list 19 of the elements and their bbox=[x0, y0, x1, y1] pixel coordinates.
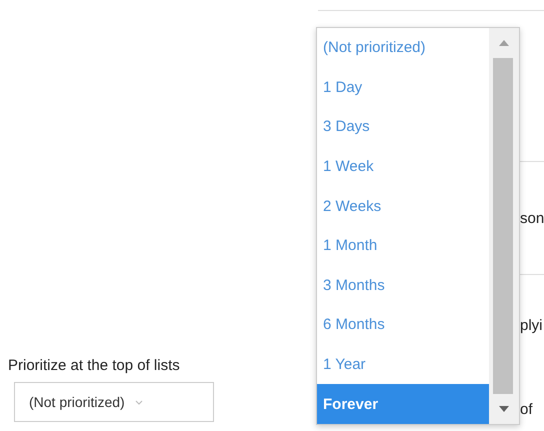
dropdown-option[interactable]: (Not prioritized) bbox=[317, 28, 489, 68]
dropdown-option[interactable]: 2 Weeks bbox=[317, 186, 489, 226]
dropdown-option[interactable]: 3 Months bbox=[317, 266, 489, 306]
dropdown-option[interactable]: Forever bbox=[317, 384, 489, 424]
dropdown-option[interactable]: 3 Days bbox=[317, 107, 489, 147]
partial-text: of bbox=[520, 400, 534, 418]
dropdown-option[interactable]: 1 Day bbox=[317, 68, 489, 108]
priority-select[interactable]: (Not prioritized) bbox=[14, 382, 214, 422]
field-label: Prioritize at the top of lists bbox=[8, 357, 181, 374]
dropdown-option[interactable]: 6 Months bbox=[317, 305, 489, 345]
dropdown-option[interactable]: 1 Week bbox=[317, 146, 489, 186]
chevron-down-icon bbox=[134, 400, 143, 404]
scroll-down-icon[interactable] bbox=[499, 406, 509, 412]
dropdown-option[interactable]: 1 Year bbox=[317, 344, 489, 384]
partial-text: son bbox=[520, 210, 544, 226]
partial-text: plyi bbox=[520, 316, 544, 334]
scrollbar[interactable] bbox=[489, 28, 519, 424]
dropdown-option[interactable]: 1 Month bbox=[317, 226, 489, 266]
scroll-up-icon[interactable] bbox=[499, 40, 509, 46]
